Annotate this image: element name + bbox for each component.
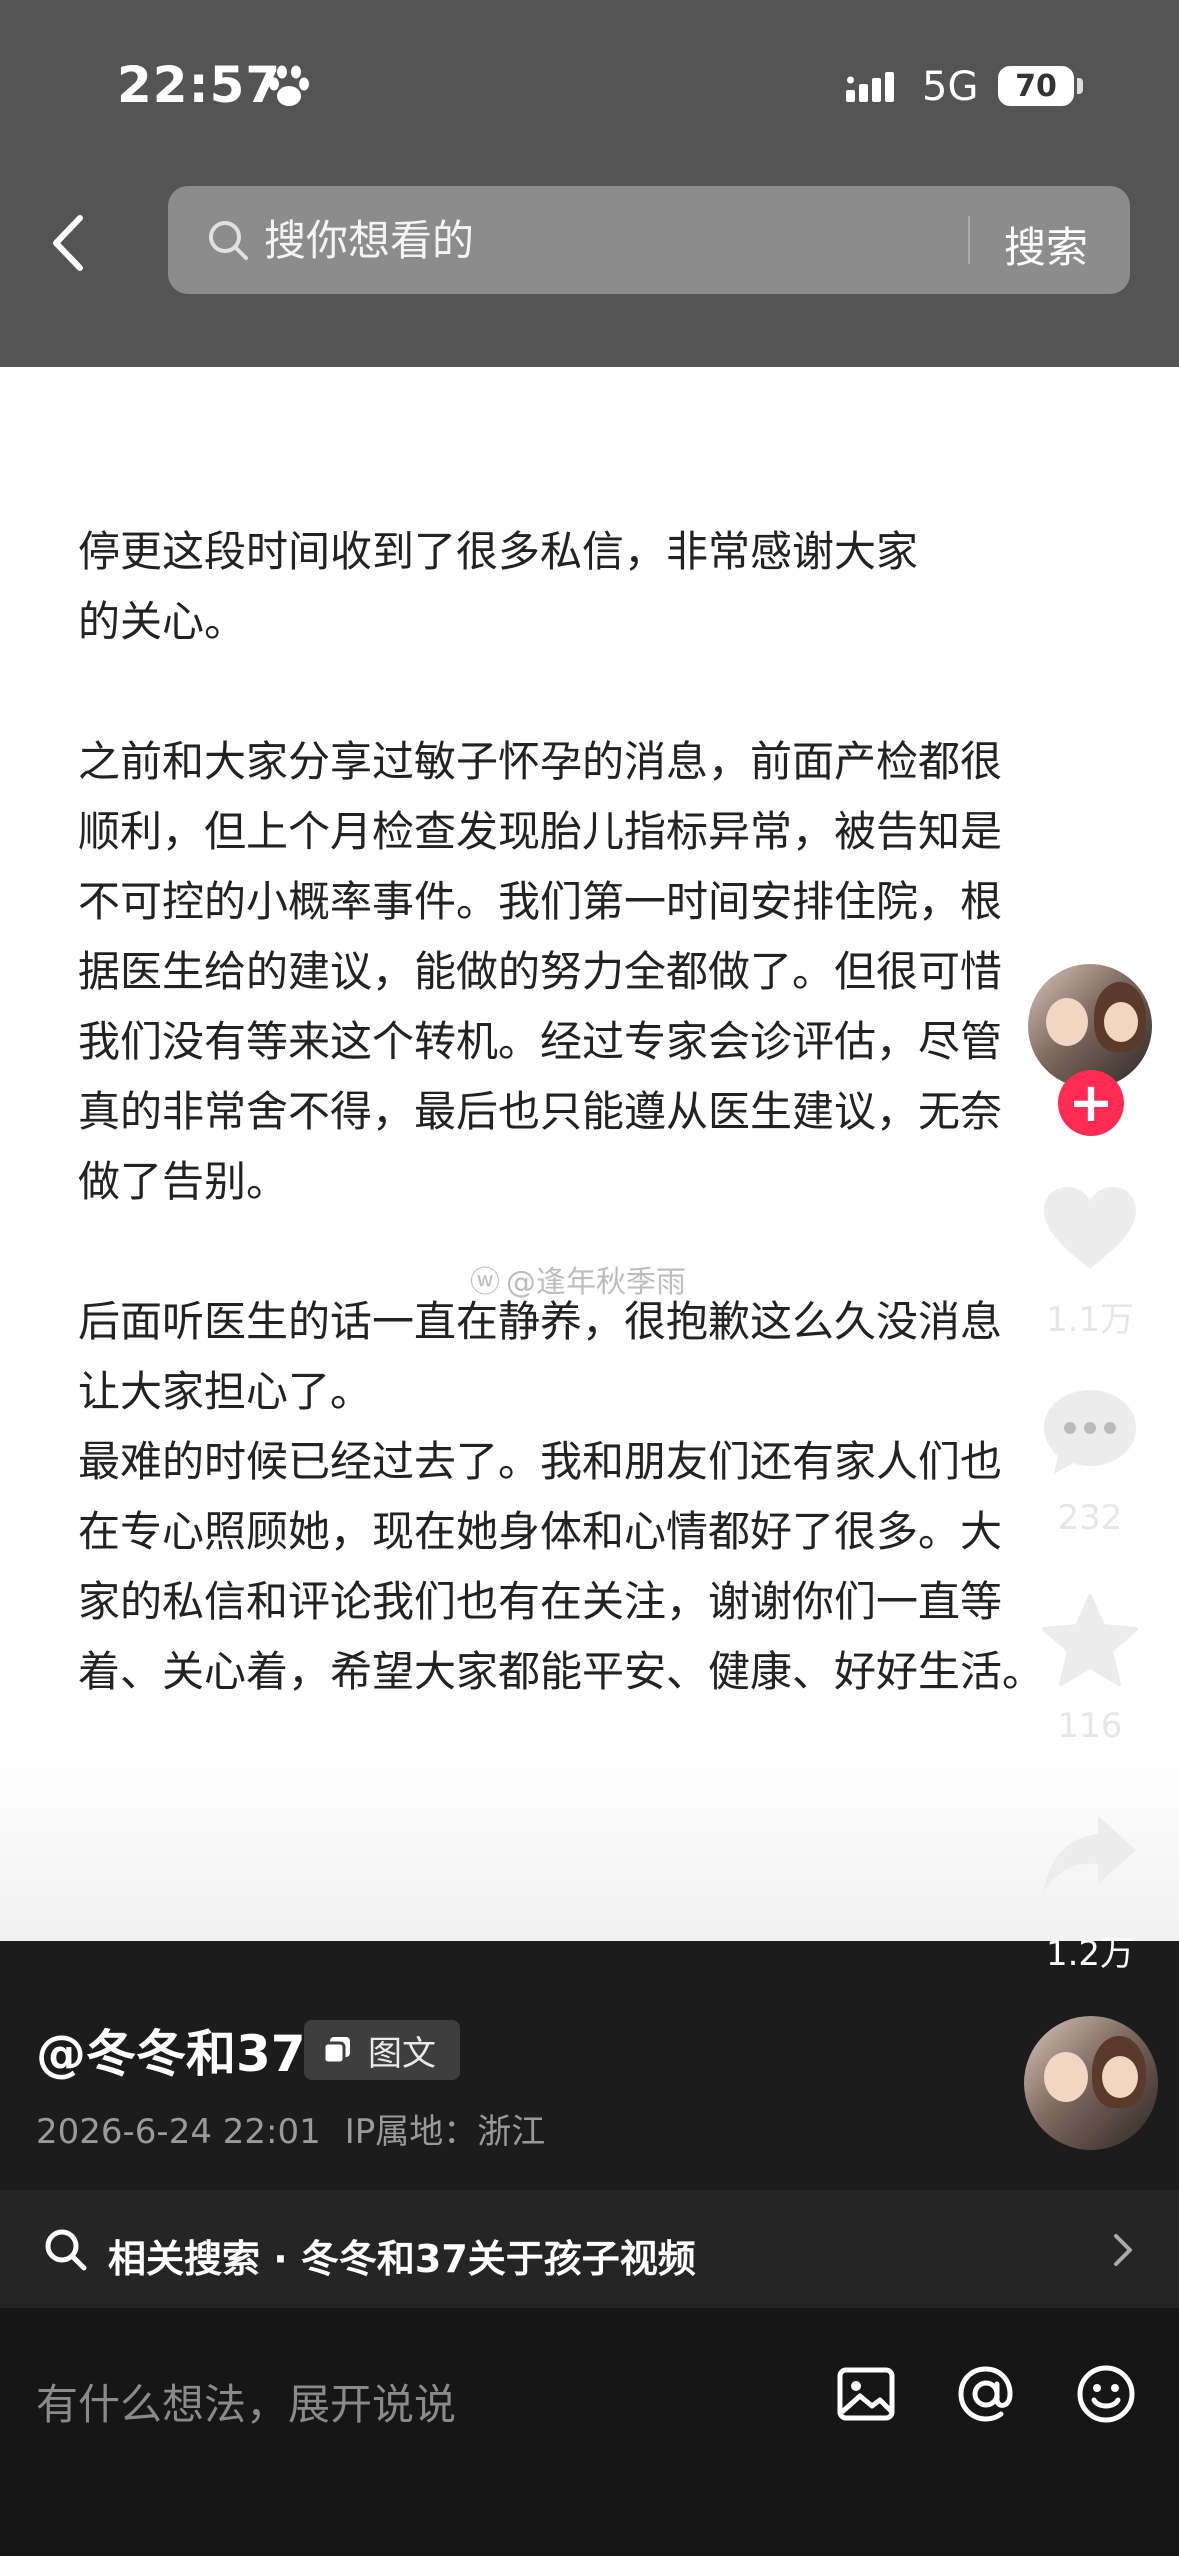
avatar-face-2	[1102, 2056, 1138, 2098]
paw-icon	[269, 65, 309, 106]
status-time: 22:57	[117, 56, 282, 114]
search-button[interactable]: 搜索	[1004, 214, 1088, 275]
paragraph-4: 最难的时候已经过去了。我和朋友们还有家人们也 在专心照顾她，现在她身体和心情都好…	[78, 1437, 1045, 1696]
ip-location: IP属地：浙江	[344, 2112, 546, 2152]
post-meta: 2026-6-24 22:01 IP属地：浙江	[36, 2104, 569, 2153]
comment-count: 232	[1057, 1498, 1123, 1538]
avatar-face	[1044, 2052, 1088, 2102]
avatar-face-2	[1104, 1002, 1138, 1042]
follow-button[interactable]: +	[1058, 1070, 1124, 1136]
avatar-face	[1046, 998, 1088, 1046]
tag-label: 图文	[368, 2033, 436, 2074]
author-avatar-bottom[interactable]	[1024, 2016, 1158, 2150]
search-icon	[209, 221, 248, 260]
like-icon[interactable]	[1040, 1182, 1140, 1274]
watermark: ⓦ @逢年秋季雨	[470, 1257, 686, 1301]
share-count: 1.2万	[1045, 1934, 1135, 1974]
battery-level: 70	[998, 66, 1074, 106]
signal-icon	[846, 72, 894, 102]
search-divider	[968, 216, 970, 264]
like-count: 1.1万	[1045, 1300, 1135, 1340]
post-text: 停更这段时间收到了很多私信，非常感谢大家 的关心。 之前和大家分享过敏子怀孕的消…	[78, 517, 1098, 1777]
battery-cap	[1077, 78, 1083, 94]
top-bar: 22:57 5G 70 搜索	[0, 0, 1179, 367]
watermark-text: @逢年秋季雨	[506, 1265, 686, 1300]
search-icon	[45, 2229, 87, 2271]
related-search-bar[interactable]: 相关搜索 · 冬冬和37关于孩子视频	[0, 2190, 1179, 2308]
comment-icon[interactable]	[1040, 1386, 1140, 1478]
post-content[interactable]: 停更这段时间收到了很多私信，非常感谢大家 的关心。 之前和大家分享过敏子怀孕的消…	[0, 367, 1179, 1941]
image-icon[interactable]	[834, 2362, 898, 2426]
post-type-tag: 图文	[304, 2020, 460, 2080]
paragraph-2: 之前和大家分享过敏子怀孕的消息，前面产检都很 顺利，但上个月检查发现胎儿指标异常…	[78, 737, 1003, 1206]
share-icon[interactable]	[1040, 1812, 1140, 1896]
comment-input[interactable]	[36, 2364, 796, 2444]
paragraph-1: 停更这段时间收到了很多私信，非常感谢大家 的关心。	[78, 527, 919, 646]
paragraph-3: 后面听医生的话一直在静养，很抱歉这么久没消息 让大家担心了。	[78, 1297, 1003, 1416]
mention-icon[interactable]	[954, 2362, 1018, 2426]
favorite-count: 116	[1057, 1706, 1123, 1746]
chevron-right-icon	[1114, 2234, 1132, 2266]
back-icon[interactable]	[44, 210, 94, 276]
weibo-icon: ⓦ	[470, 1265, 500, 1300]
search-bar[interactable]: 搜索	[168, 186, 1130, 294]
search-input[interactable]	[264, 210, 904, 270]
emoji-icon[interactable]	[1074, 2362, 1138, 2426]
image-text-icon	[322, 2037, 350, 2065]
favorite-icon[interactable]	[1040, 1592, 1140, 1688]
author-name[interactable]: @冬冬和37	[36, 2014, 306, 2086]
network-type: 5G	[922, 64, 979, 110]
post-date: 2026-6-24 22:01	[36, 2112, 321, 2152]
comment-bar	[0, 2308, 1179, 2556]
related-search-text: 相关搜索 · 冬冬和37关于孩子视频	[108, 2237, 696, 2281]
